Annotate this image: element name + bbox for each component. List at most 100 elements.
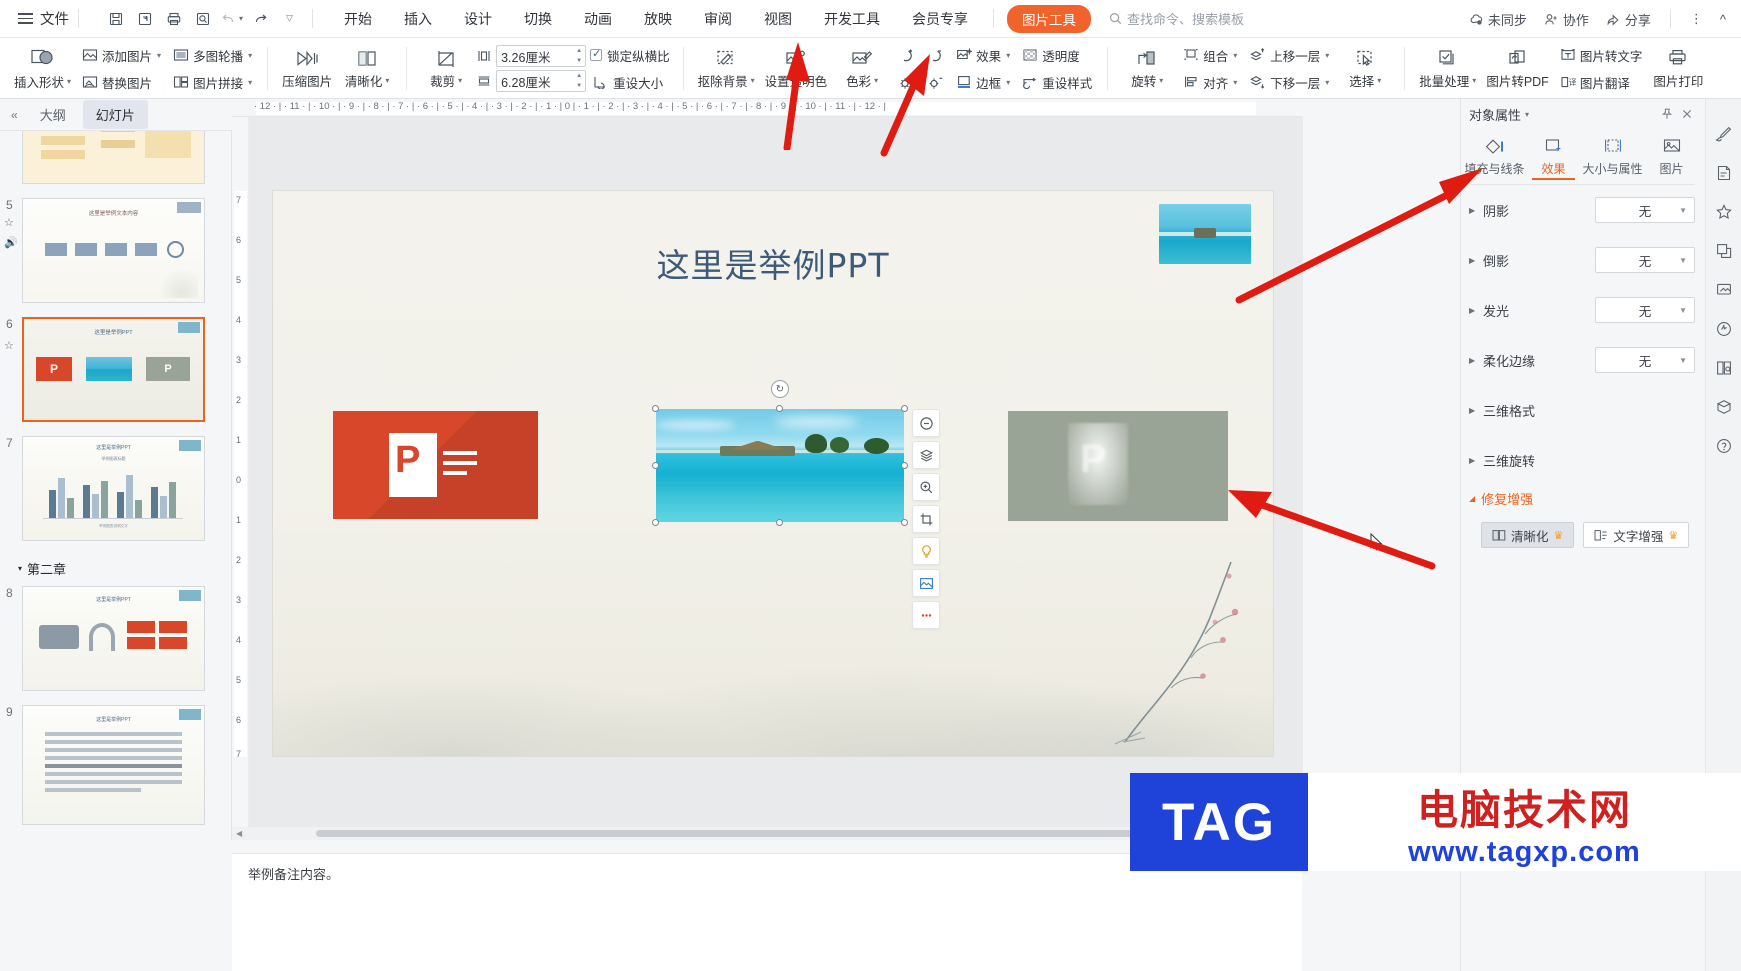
brush-icon[interactable] — [1713, 123, 1735, 145]
pin-icon[interactable] — [1657, 108, 1677, 120]
resize-handle-l[interactable] — [652, 461, 659, 469]
chapter-label[interactable]: ▾ 第二章 — [0, 555, 231, 586]
tab-size-and-properties[interactable]: 大小与属性 — [1583, 137, 1643, 180]
scroll-thumb[interactable] — [316, 830, 1187, 837]
text-enhance-button[interactable]: 文字增强 ♛ — [1583, 522, 1690, 548]
contrast-up-button[interactable] — [892, 42, 921, 68]
print-icon[interactable] — [160, 5, 187, 32]
main-menu-icon[interactable] — [12, 13, 38, 24]
picture-to-pdf-button[interactable]: 图片转PDF — [1481, 40, 1554, 97]
expand-triangle-icon[interactable]: ▶ — [1469, 356, 1483, 365]
expand-triangle-icon[interactable]: ▶ — [1469, 306, 1483, 315]
ppt-logo-image[interactable]: P — [333, 411, 538, 519]
redo-icon[interactable] — [247, 5, 274, 32]
more-options-icon[interactable]: ⋮ — [1683, 6, 1710, 32]
select-button[interactable]: 选择 ▾ — [1335, 40, 1395, 97]
tab-slideshow[interactable]: 放映 — [628, 3, 688, 35]
crop-icon[interactable] — [912, 505, 940, 533]
remove-background-button[interactable]: 抠除背景 ▾ — [693, 40, 760, 97]
horizontal-ruler[interactable]: · 12 · | · 11 · | · 10 · | · 9 · | · 8 ·… — [232, 99, 1302, 117]
list-item[interactable]: 8 这里是举例PPT — [0, 586, 231, 691]
shapes-icon[interactable] — [1713, 240, 1735, 262]
picture-splice-button[interactable]: 图片拼接 ▾ — [167, 69, 258, 95]
tab-fill-and-line[interactable]: 填充与线条 — [1465, 137, 1525, 180]
scroll-left-icon[interactable]: ◀ — [232, 829, 246, 838]
minus-icon[interactable] — [912, 409, 940, 437]
chevron-down-icon[interactable]: ▾ — [1525, 110, 1529, 119]
resize-handle-tr[interactable] — [901, 405, 908, 412]
tab-insert[interactable]: 插入 — [388, 3, 448, 35]
property-row-reflection[interactable]: ▶ 倒影 无 ▼ — [1461, 235, 1705, 285]
section-header-enhance[interactable]: ◢ 修复增强 — [1461, 485, 1705, 512]
box-icon[interactable] — [1713, 396, 1735, 418]
height-spinner[interactable]: ▲ ▼ — [573, 70, 587, 92]
brightness-down-button[interactable] — [921, 69, 950, 95]
color-button[interactable]: 色彩 ▾ — [832, 40, 892, 97]
book-icon[interactable] — [1713, 357, 1735, 379]
tab-effects[interactable]: 效果 — [1525, 137, 1582, 180]
compress-picture-button[interactable]: 压缩图片 — [277, 40, 337, 97]
set-transparent-color-button[interactable]: 设置透明色 — [760, 40, 833, 97]
glow-select[interactable]: 无 ▼ — [1595, 297, 1695, 323]
tab-view[interactable]: 视图 — [748, 3, 808, 35]
tab-picture[interactable]: 图片 — [1643, 137, 1700, 180]
property-row-soft-edges[interactable]: ▶ 柔化边缘 无 ▼ — [1461, 335, 1705, 385]
rotate-handle[interactable]: ↻ — [771, 380, 789, 398]
width-spinner[interactable]: ▲ ▼ — [573, 45, 587, 67]
transparency-button[interactable]: 透明度 — [1016, 42, 1098, 68]
resource-icon[interactable] — [1713, 279, 1735, 301]
batch-process-button[interactable]: 批量处理 ▾ — [1414, 40, 1481, 97]
picture-print-button[interactable]: 图片打印 — [1648, 40, 1708, 97]
page-title[interactable]: 这里是举例PPT — [273, 239, 1273, 287]
property-row-3d-rotation[interactable]: ▶ 三维旋转 — [1461, 435, 1705, 485]
width-input[interactable]: 3.26厘米 — [496, 45, 575, 67]
reset-style-button[interactable]: 重设样式 — [1016, 69, 1098, 95]
height-input[interactable]: 6.28厘米 — [496, 70, 575, 92]
tab-transition[interactable]: 切换 — [508, 3, 568, 35]
idea-icon[interactable] — [1713, 318, 1735, 340]
reflection-select[interactable]: 无 ▼ — [1595, 247, 1695, 273]
list-item[interactable]: 7 这里是举例PPT 举例图表标题 举例图表说明文字 — [0, 436, 231, 541]
doc-icon[interactable] — [1713, 162, 1735, 184]
search-input[interactable]: 查找命令、搜索模板 — [1109, 9, 1244, 28]
tab-outline[interactable]: 大纲 — [27, 100, 79, 129]
layers-icon[interactable] — [912, 441, 940, 469]
print-preview-icon[interactable] — [189, 5, 216, 32]
tab-picture-tools[interactable]: 图片工具 — [1007, 4, 1091, 33]
resize-handle-b[interactable] — [776, 519, 783, 526]
property-row-glow[interactable]: ▶ 发光 无 ▼ — [1461, 285, 1705, 335]
tab-review[interactable]: 审阅 — [688, 3, 748, 35]
slide-thumbnail-5[interactable]: 这里是举例文本内容 — [22, 198, 205, 303]
tab-animation[interactable]: 动画 — [568, 3, 628, 35]
slide-thumbnail-6-selected[interactable]: 这里是举例PPT P P — [22, 317, 205, 422]
list-item[interactable]: 9 这里是举例PPT — [0, 705, 231, 825]
share-button[interactable]: 分享 — [1599, 5, 1658, 34]
customize-icon[interactable]: ▽ — [276, 5, 303, 32]
expand-triangle-icon[interactable]: ▶ — [1469, 406, 1483, 415]
send-backward-button[interactable]: 下移一层 ▾ — [1243, 69, 1335, 95]
tab-slides[interactable]: 幻灯片 — [82, 100, 148, 129]
list-item[interactable]: 6 ☆ 这里是举例PPT P P — [0, 317, 231, 422]
collaborate-button[interactable]: 协作 — [1537, 5, 1596, 34]
lock-aspect-checkbox[interactable]: 锁定纵横比 — [586, 42, 674, 68]
file-menu-button[interactable]: 文件 — [40, 8, 69, 29]
save-as-icon[interactable] — [131, 5, 158, 32]
bring-forward-button[interactable]: 上移一层 ▾ — [1243, 42, 1335, 68]
star-icon[interactable] — [1713, 201, 1735, 223]
grey-picture[interactable]: P — [1008, 411, 1228, 521]
tab-developer[interactable]: 开发工具 — [808, 3, 896, 35]
list-item[interactable]: 5 ☆ 🔊 这里是举例文本内容 — [0, 198, 231, 303]
collapse-ribbon-icon[interactable]: ^ — [1713, 7, 1733, 32]
multi-carousel-button[interactable]: 多图轮播 ▾ — [167, 42, 258, 68]
slide-thumbnail-7[interactable]: 这里是举例PPT 举例图表标题 举例图表说明文字 — [22, 436, 205, 541]
reset-size-button[interactable]: 重设大小 — [586, 69, 674, 95]
group-button[interactable]: 组合 ▾ — [1177, 42, 1243, 68]
property-row-shadow[interactable]: ▶ 阴影 无 ▼ — [1461, 185, 1705, 235]
picture-to-text-button[interactable]: 图片转文字 — [1554, 42, 1649, 68]
insert-shape-button[interactable]: 插入形状 ▾ — [9, 40, 76, 97]
slide-thumbnail-9[interactable]: 这里是举例PPT — [22, 705, 205, 825]
slide-thumbnail-4[interactable] — [22, 131, 205, 184]
tab-start[interactable]: 开始 — [328, 3, 388, 35]
resize-handle-t[interactable] — [776, 405, 783, 412]
list-item[interactable] — [0, 131, 231, 184]
